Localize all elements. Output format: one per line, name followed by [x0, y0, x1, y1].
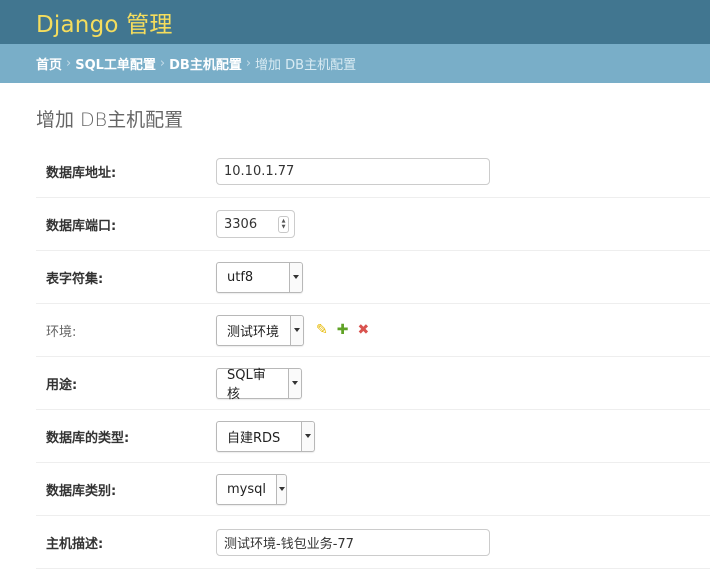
host-desc-input[interactable]: 测试环境-钱包业务-77 — [216, 528, 490, 556]
db-port-value: 3306 — [224, 216, 258, 232]
form-row-db-type: 数据库的类型: 自建RDS — [36, 410, 710, 463]
add-form: 数据库地址: 10.10.1.77 数据库端口: 3306 ▲ ▼ 表字符集: u… — [36, 145, 710, 569]
breadcrumb: 首页 › SQL工单配置 › DB主机配置 › 增加 DB主机配置 — [0, 44, 710, 83]
breadcrumb-db-host-config[interactable]: DB主机配置 — [169, 54, 242, 73]
breadcrumb-separator: › — [245, 56, 252, 71]
form-row-db-category: 数据库类别: mysql — [36, 463, 710, 516]
pencil-icon[interactable]: ✎ — [316, 323, 328, 337]
db-type-select[interactable]: 自建RDS — [216, 420, 315, 452]
usage-label: 用途: — [46, 377, 78, 393]
db-category-value: mysql — [227, 481, 266, 497]
chevron-down-icon — [288, 368, 301, 398]
plus-icon[interactable]: ✚ — [337, 323, 349, 337]
usage-select[interactable]: SQL审核 — [216, 367, 302, 402]
db-port-label: 数据库端口: — [46, 218, 117, 234]
form-row-host-desc: 主机描述: 测试环境-钱包业务-77 — [36, 516, 710, 569]
charset-value: utf8 — [227, 269, 254, 285]
breadcrumb-separator: › — [159, 56, 166, 71]
usage-value: SQL审核 — [227, 368, 266, 402]
environment-select[interactable]: 测试环境 — [216, 314, 304, 346]
chevron-down-icon — [301, 421, 314, 451]
charset-label: 表字符集: — [46, 271, 104, 287]
chevron-down-icon — [290, 315, 303, 345]
content: 增加 DB主机配置 数据库地址: 10.10.1.77 数据库端口: 3306 … — [0, 83, 710, 569]
site-branding[interactable]: Django 管理 — [36, 5, 173, 39]
environment-value: 测试环境 — [227, 324, 280, 340]
db-address-label: 数据库地址: — [46, 165, 117, 181]
breadcrumb-home[interactable]: 首页 — [36, 54, 62, 73]
db-type-label: 数据库的类型: — [46, 430, 130, 446]
db-port-input[interactable]: 3306 ▲ ▼ — [216, 210, 295, 238]
x-icon[interactable]: ✖ — [357, 323, 369, 337]
form-row-environment: 环境: 测试环境 ✎ ✚ ✖ — [36, 304, 710, 357]
breadcrumb-current: 增加 DB主机配置 — [255, 58, 357, 73]
environment-label: 环境: — [46, 324, 77, 340]
host-desc-label: 主机描述: — [46, 536, 104, 552]
page-title: 增加 DB主机配置 — [36, 109, 184, 131]
db-type-value: 自建RDS — [227, 430, 281, 446]
db-category-select[interactable]: mysql — [216, 473, 287, 505]
charset-select[interactable]: utf8 — [216, 261, 303, 293]
form-row-db-port: 数据库端口: 3306 ▲ ▼ — [36, 198, 710, 251]
port-spinner-icon[interactable]: ▲ ▼ — [278, 215, 289, 233]
chevron-down-icon — [276, 474, 286, 504]
form-row-db-address: 数据库地址: 10.10.1.77 — [36, 145, 710, 198]
header: Django 管理 — [0, 0, 710, 44]
breadcrumb-sql-config[interactable]: SQL工单配置 — [75, 54, 156, 73]
host-desc-value: 测试环境-钱包业务-77 — [224, 536, 354, 552]
breadcrumb-separator: › — [66, 56, 72, 71]
db-address-value: 10.10.1.77 — [224, 163, 295, 179]
chevron-down-icon — [289, 262, 302, 292]
form-row-usage: 用途: SQL审核 — [36, 357, 710, 410]
db-category-label: 数据库类别: — [46, 483, 117, 499]
related-widget-actions: ✎ ✚ ✖ — [316, 323, 369, 337]
form-row-charset: 表字符集: utf8 — [36, 251, 710, 304]
db-address-input[interactable]: 10.10.1.77 — [216, 157, 490, 185]
